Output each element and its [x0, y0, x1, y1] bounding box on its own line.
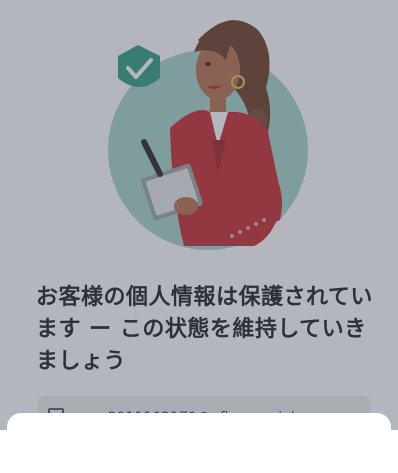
shield-check-icon [118, 45, 160, 87]
page-title: お客様の個人情報は保護されています ー この状態を維持していきましょう [36, 285, 373, 374]
bottom-sheet [7, 413, 391, 473]
privacy-screen: お客様の個人情報は保護されています ー この状態を維持していきましょう r291… [0, 0, 398, 430]
hero-illustration [108, 20, 308, 250]
